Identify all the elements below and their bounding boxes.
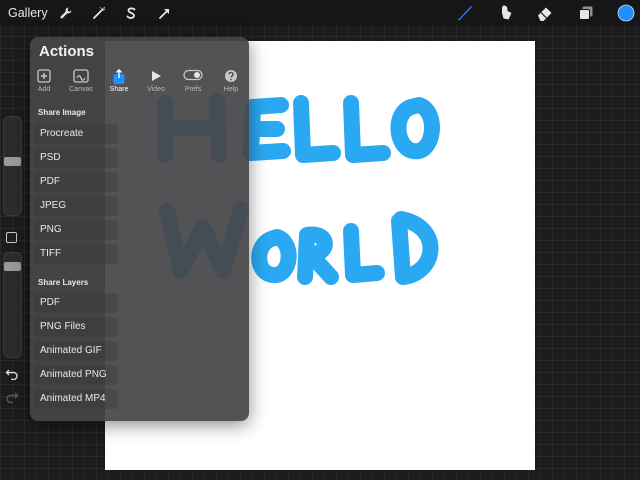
prefs-toggle-icon — [174, 69, 212, 85]
brush-icon[interactable] — [454, 0, 476, 26]
tab-help[interactable]: Help — [212, 69, 250, 97]
share-image-procreate[interactable]: Procreate — [34, 124, 118, 144]
share-layers-animated-png[interactable]: Animated PNG — [34, 365, 118, 385]
panel-title: Actions — [39, 43, 95, 60]
opacity-slider[interactable] — [3, 252, 22, 358]
canvas-icon — [62, 69, 100, 85]
smudge-icon[interactable] — [496, 0, 518, 26]
top-toolbar: Gallery — [0, 0, 640, 26]
tab-help-label: Help — [223, 86, 239, 93]
video-icon — [137, 69, 175, 85]
tab-prefs-label: Prefs — [184, 86, 202, 93]
brush-size-slider[interactable] — [3, 116, 22, 216]
undo-icon[interactable] — [5, 367, 19, 381]
wrench-icon[interactable] — [56, 0, 76, 26]
share-image-pdf[interactable]: PDF — [34, 172, 118, 192]
share-icon — [100, 69, 138, 85]
actions-panel: Actions Add Canvas Share Video Prefs Hel… — [30, 37, 249, 421]
tab-add[interactable]: Add — [25, 69, 63, 97]
share-image-psd[interactable]: PSD — [34, 148, 118, 168]
gallery-button[interactable]: Gallery — [8, 0, 48, 26]
share-layers-animated-mp4[interactable]: Animated MP4 — [34, 389, 118, 409]
share-image-jpeg[interactable]: JPEG — [34, 196, 118, 216]
share-image-tiff[interactable]: TIFF — [34, 244, 118, 264]
opacity-thumb[interactable] — [4, 262, 21, 271]
selection-s-icon[interactable] — [121, 0, 141, 26]
add-icon — [25, 69, 63, 85]
share-layers-animated-gif[interactable]: Animated GIF — [34, 341, 118, 361]
transform-arrow-icon[interactable] — [155, 0, 175, 26]
share-layers-pdf[interactable]: PDF — [34, 293, 118, 313]
layers-icon[interactable] — [575, 0, 597, 26]
tab-canvas-label: Canvas — [69, 86, 93, 93]
redo-icon[interactable] — [5, 390, 19, 404]
color-swatch[interactable] — [615, 0, 637, 26]
tab-video-label: Video — [147, 86, 165, 93]
share-image-heading: Share Image — [38, 108, 86, 117]
tab-prefs[interactable]: Prefs — [174, 69, 212, 97]
share-layers-heading: Share Layers — [38, 278, 89, 287]
tab-share-label: Share — [109, 86, 129, 93]
magic-wand-icon[interactable] — [89, 0, 109, 26]
tab-share[interactable]: Share — [100, 69, 138, 97]
share-image-png[interactable]: PNG — [34, 220, 118, 240]
modify-button[interactable] — [6, 232, 17, 243]
tab-canvas[interactable]: Canvas — [62, 69, 100, 97]
tab-add-label: Add — [37, 86, 51, 93]
tab-video[interactable]: Video — [137, 69, 175, 97]
share-layers-png-files[interactable]: PNG Files — [34, 317, 118, 337]
eraser-icon[interactable] — [534, 0, 556, 26]
left-sidebar — [0, 112, 24, 408]
help-icon — [212, 69, 250, 85]
brush-size-thumb[interactable] — [4, 157, 21, 166]
